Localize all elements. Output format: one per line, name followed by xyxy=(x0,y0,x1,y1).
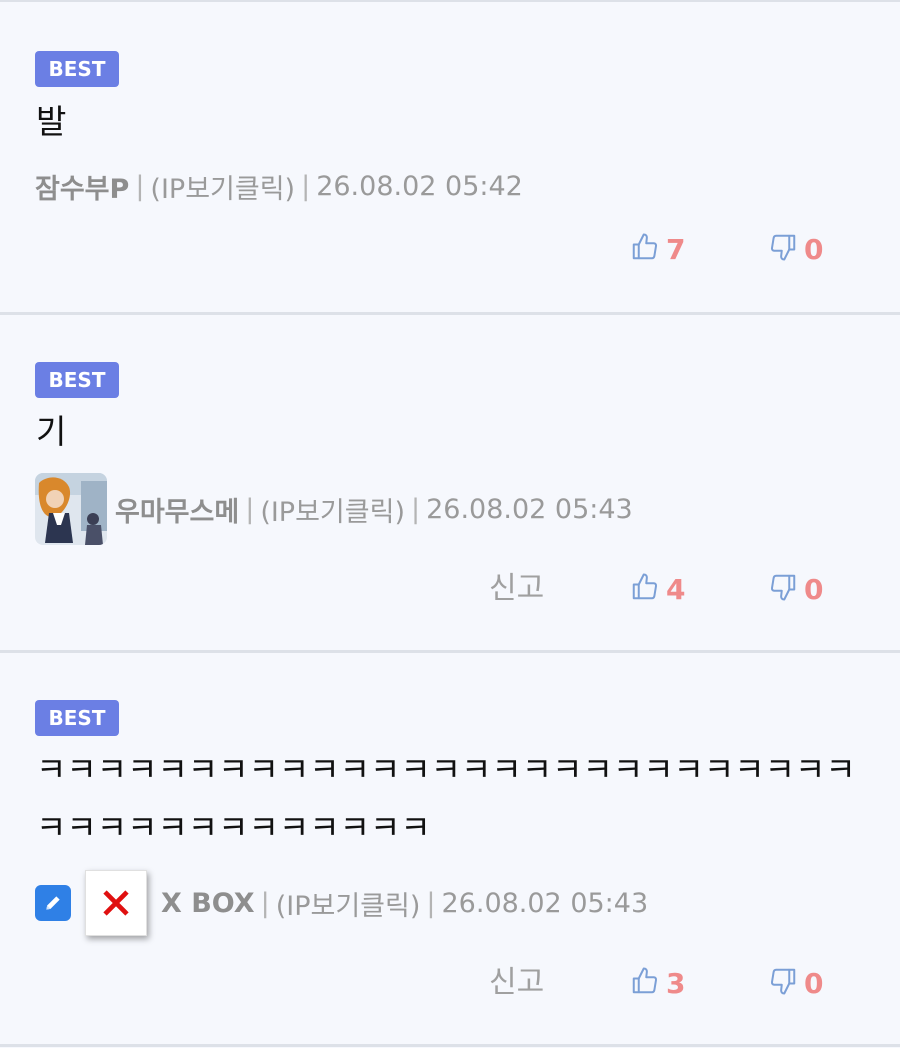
comment-text: 기 xyxy=(36,412,67,451)
like-button[interactable]: 3 xyxy=(630,963,685,1003)
like-button[interactable]: 7 xyxy=(630,229,685,269)
like-count: 7 xyxy=(666,232,686,266)
author-name[interactable]: X BOX xyxy=(161,888,255,919)
comment-text: ㅋㅋㅋㅋㅋㅋㅋㅋㅋㅋㅋㅋㅋㅋㅋㅋㅋㅋㅋㅋㅋㅋㅋㅋㅋㅋㅋㅋㅋㅋㅋㅋㅋㅋㅋㅋㅋㅋㅋㅋ xyxy=(36,750,856,847)
dislike-count: 0 xyxy=(804,232,824,266)
report-button[interactable]: 신고 xyxy=(489,569,544,609)
pencil-icon xyxy=(35,885,71,921)
dislike-button[interactable]: 0 xyxy=(768,229,823,269)
thumbs-down-icon xyxy=(768,966,798,1000)
comment-item: BEST 발 잠수부P | (IP보기클릭) | 26.08.02 05:42 … xyxy=(0,2,900,315)
meta-separator: | xyxy=(245,493,255,525)
thumbs-up-icon xyxy=(630,232,660,266)
report-button[interactable]: 신고 xyxy=(489,963,544,1003)
ip-view-link[interactable]: (IP보기클릭) xyxy=(276,884,421,923)
like-button[interactable]: 4 xyxy=(630,569,685,609)
meta-separator: | xyxy=(410,493,421,525)
dislike-button[interactable]: 0 xyxy=(768,569,823,609)
best-badge: BEST xyxy=(35,700,119,736)
comment-actions: 7 0 xyxy=(0,229,900,269)
comment-item: BEST ㅋㅋㅋㅋㅋㅋㅋㅋㅋㅋㅋㅋㅋㅋㅋㅋㅋㅋㅋㅋㅋㅋㅋㅋㅋㅋㅋㅋㅋㅋㅋㅋㅋㅋㅋ… xyxy=(0,653,900,1047)
avatar[interactable] xyxy=(35,473,107,545)
meta-separator: | xyxy=(260,887,270,919)
best-badge: BEST xyxy=(35,362,119,398)
thumbs-down-icon xyxy=(768,232,798,266)
comment-text: 발 xyxy=(36,102,67,141)
dislike-count: 0 xyxy=(804,966,824,1000)
meta-separator: | xyxy=(135,170,145,202)
comment-list: BEST 발 잠수부P | (IP보기클릭) | 26.08.02 05:42 … xyxy=(0,0,900,1047)
like-count: 4 xyxy=(666,572,686,606)
broken-image-x-icon xyxy=(85,870,147,936)
comment-datetime: 26.08.02 05:43 xyxy=(426,493,633,525)
like-count: 3 xyxy=(666,966,686,1000)
thumbs-up-icon xyxy=(630,572,660,606)
ip-view-link[interactable]: (IP보기클릭) xyxy=(260,490,405,529)
comment-actions: 신고 4 0 xyxy=(0,569,900,609)
comment-meta: X BOX | (IP보기클릭) | 26.08.02 05:43 xyxy=(35,869,648,937)
thumbs-down-icon xyxy=(768,572,798,606)
comment-datetime: 26.08.02 05:42 xyxy=(316,170,523,202)
thumbs-up-icon xyxy=(630,966,660,1000)
author-name[interactable]: 잠수부P xyxy=(35,167,129,206)
author-name[interactable]: 우마무스메 xyxy=(115,490,239,529)
comment-actions: 신고 3 0 xyxy=(0,963,900,1003)
comment-meta: 우마무스메 | (IP보기클릭) | 26.08.02 05:43 xyxy=(35,473,633,545)
comment-item: BEST 기 우마무스메 | (IP보기클릭) | 26.08.02 05:43… xyxy=(0,315,900,653)
comment-datetime: 26.08.02 05:43 xyxy=(441,887,649,919)
meta-separator: | xyxy=(426,887,436,919)
meta-separator: | xyxy=(301,170,311,202)
comment-meta: 잠수부P | (IP보기클릭) | 26.08.02 05:42 xyxy=(35,166,523,206)
dislike-count: 0 xyxy=(804,572,824,606)
best-badge: BEST xyxy=(35,51,119,87)
dislike-button[interactable]: 0 xyxy=(768,963,823,1003)
ip-view-link[interactable]: (IP보기클릭) xyxy=(150,167,295,206)
